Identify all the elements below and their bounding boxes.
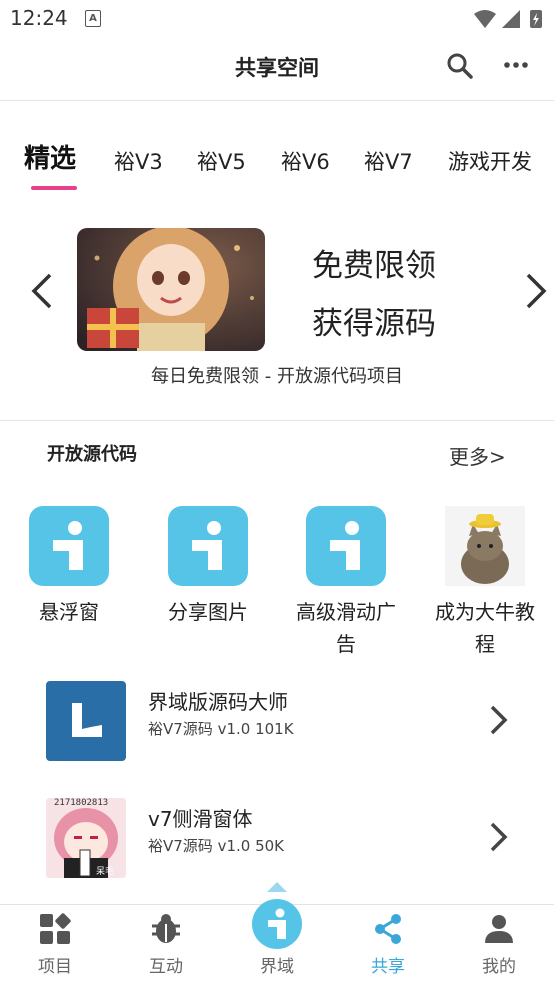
tab-v7[interactable]: 裕V7 xyxy=(364,146,413,176)
search-icon[interactable] xyxy=(446,52,474,80)
nav-item-domain[interactable]: 界域 xyxy=(232,898,322,977)
status-icons xyxy=(474,10,542,28)
nav-label: 界域 xyxy=(260,957,294,977)
cat-hat-image xyxy=(445,506,525,586)
chevron-right-icon[interactable] xyxy=(522,272,550,310)
banner-headline-1: 免费限领 xyxy=(312,248,436,284)
nav-item-mine[interactable]: 我的 xyxy=(454,912,544,977)
grid-item-slide-ad[interactable]: 高级滑动广告 xyxy=(286,506,406,660)
grid-item-share-image[interactable]: 分享图片 xyxy=(148,506,268,628)
info-app-icon xyxy=(168,506,248,586)
list-item[interactable]: 2171802813 呆毛 v7侧滑窗体 裕V7源码 v1.0 50K xyxy=(0,793,554,883)
signal-icon xyxy=(502,10,520,28)
chevron-right-icon xyxy=(490,705,508,735)
nav-item-interact[interactable]: 互动 xyxy=(121,912,211,977)
more-icon[interactable] xyxy=(502,58,530,72)
nav-label: 互动 xyxy=(149,957,183,977)
person-icon xyxy=(485,915,513,943)
grid-item-label: 分享图片 xyxy=(168,600,248,624)
grid-item-label: 高级滑动广告 xyxy=(296,600,396,656)
share-icon xyxy=(375,914,401,944)
tab-v5[interactable]: 裕V5 xyxy=(197,146,246,176)
thumbnail-tag: 呆毛 xyxy=(96,867,115,877)
chevron-left-icon[interactable] xyxy=(28,272,56,310)
thumbnail-number: 2171802813 xyxy=(54,798,109,808)
info-center-icon xyxy=(252,899,302,949)
info-app-icon xyxy=(29,506,109,586)
tab-featured[interactable]: 精选 xyxy=(24,138,76,175)
nav-label: 项目 xyxy=(38,957,72,977)
nav-label: 共享 xyxy=(371,957,405,977)
tab-game-dev[interactable]: 游戏开发 xyxy=(448,146,532,176)
grid-item-label: 成为大牛教程 xyxy=(435,600,535,656)
banner-headline-2: 获得源码 xyxy=(312,306,436,342)
section-divider xyxy=(0,420,554,421)
list-item-meta: 裕V7源码 v1.0 101K xyxy=(148,720,294,738)
info-app-icon xyxy=(306,506,386,586)
status-bar: 12:24 A xyxy=(0,0,554,38)
more-link[interactable]: 更多> xyxy=(449,441,506,470)
nav-pointer-icon xyxy=(267,882,287,892)
list-item[interactable]: 界域版源码大师 裕V7源码 v1.0 101K xyxy=(0,676,554,766)
list-item-meta: 裕V7源码 v1.0 50K xyxy=(148,837,284,855)
status-time: 12:24 xyxy=(10,6,68,30)
grid-item-tutorial[interactable]: 成为大牛教程 xyxy=(425,506,545,660)
tab-v3[interactable]: 裕V3 xyxy=(114,146,163,176)
wifi-icon xyxy=(474,10,496,28)
chevron-right-icon xyxy=(490,822,508,852)
nav-label: 我的 xyxy=(482,957,516,977)
anime-thumbnail: 2171802813 呆毛 xyxy=(46,798,126,878)
tab-v6[interactable]: 裕V6 xyxy=(281,146,330,176)
tab-indicator xyxy=(31,186,77,190)
list-item-title: 界域版源码大师 xyxy=(148,690,288,714)
grid-item-label: 悬浮窗 xyxy=(39,600,99,624)
section-title: 开放源代码 xyxy=(47,444,137,465)
banner-image[interactable] xyxy=(77,228,265,351)
banner-caption: 每日免费限领 - 开放源代码项目 xyxy=(151,366,403,387)
list-item-title: v7侧滑窗体 xyxy=(148,807,253,831)
grid-icon xyxy=(40,913,71,944)
app-logo-icon xyxy=(46,681,126,761)
bug-icon xyxy=(152,914,180,943)
nav-item-projects[interactable]: 项目 xyxy=(10,912,100,977)
notification-icon: A xyxy=(85,10,101,27)
grid-item-floating-window[interactable]: 悬浮窗 xyxy=(9,506,129,628)
nav-item-share[interactable]: 共享 xyxy=(343,912,433,977)
